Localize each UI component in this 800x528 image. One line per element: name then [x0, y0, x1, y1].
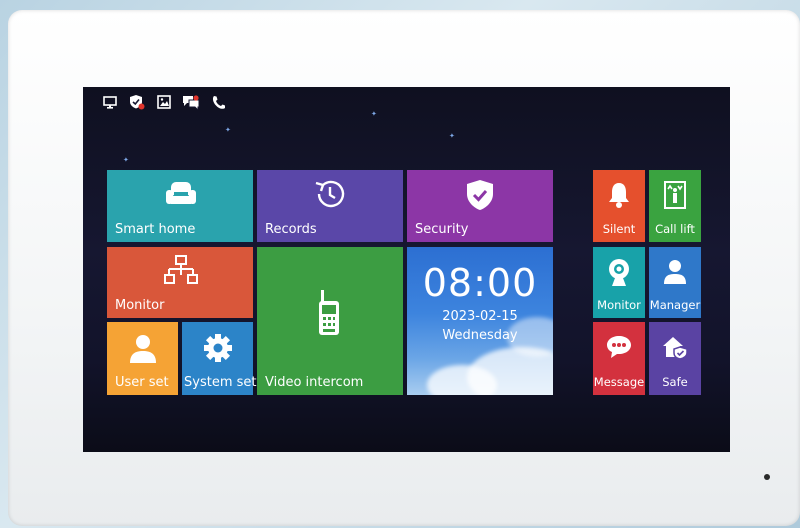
monitor-label: Monitor [115, 298, 165, 313]
call-lift-tile[interactable]: Call lift [649, 170, 701, 242]
call-status-icon[interactable] [209, 93, 227, 111]
message-status-icon[interactable] [182, 93, 200, 111]
system-set-tile[interactable]: System set [182, 322, 257, 395]
gear-icon [203, 333, 233, 367]
camera-icon [607, 258, 631, 292]
sensor-dot [764, 474, 770, 480]
monitor-tile[interactable]: Monitor [107, 247, 253, 318]
star-decoration: ✦ [449, 132, 455, 140]
safe-tile[interactable]: Safe [649, 322, 701, 395]
home-shield-icon [662, 335, 688, 363]
star-decoration: ✦ [371, 110, 377, 118]
shield-check-icon [466, 179, 494, 215]
manager-label: Manager [649, 298, 701, 312]
bell-icon [607, 182, 631, 212]
network-icon [164, 255, 198, 291]
security-tile[interactable]: Security [407, 170, 553, 242]
manager-tile[interactable]: Manager [649, 247, 701, 318]
records-tile[interactable]: Records [257, 170, 403, 242]
star-decoration: ✦ [225, 126, 231, 134]
monitor-status-icon[interactable] [101, 93, 119, 111]
status-bar [101, 93, 227, 111]
screen: ✦ ✦ ✦ ✦ Smart home Records Security Moni… [83, 87, 730, 452]
photo-status-icon[interactable] [155, 93, 173, 111]
records-label: Records [265, 222, 317, 237]
monitor-side-label: Monitor [597, 298, 641, 312]
sofa-icon [165, 180, 197, 212]
video-intercom-tile[interactable]: Video intercom [257, 247, 403, 395]
video-intercom-label: Video intercom [265, 375, 364, 390]
person-icon [663, 259, 687, 289]
walkie-talkie-icon [317, 289, 341, 341]
star-decoration: ✦ [123, 156, 129, 164]
message-tile[interactable]: Message [593, 322, 645, 395]
clock-date: 2023-02-15 [442, 309, 518, 324]
call-lift-label: Call lift [655, 222, 695, 236]
user-set-label: User set [115, 375, 169, 390]
security-status-icon[interactable] [128, 93, 146, 111]
user-icon [129, 334, 157, 368]
clock-widget: 08:00 2023-02-15 Wednesday [407, 247, 553, 395]
clock-time: 08:00 [422, 261, 538, 305]
silent-label: Silent [602, 222, 636, 236]
history-icon [313, 178, 347, 214]
message-label: Message [593, 375, 645, 389]
system-set-label: System set [184, 375, 257, 390]
chat-icon [606, 335, 632, 363]
safe-label: Safe [662, 375, 688, 389]
security-label: Security [415, 222, 469, 237]
smart-home-tile[interactable]: Smart home [107, 170, 253, 242]
user-set-tile[interactable]: User set [107, 322, 178, 395]
smart-home-label: Smart home [115, 222, 196, 237]
silent-tile[interactable]: Silent [593, 170, 645, 242]
clock-day: Wednesday [442, 328, 518, 343]
monitor-side-tile[interactable]: Monitor [593, 247, 645, 318]
elevator-icon [664, 181, 686, 213]
